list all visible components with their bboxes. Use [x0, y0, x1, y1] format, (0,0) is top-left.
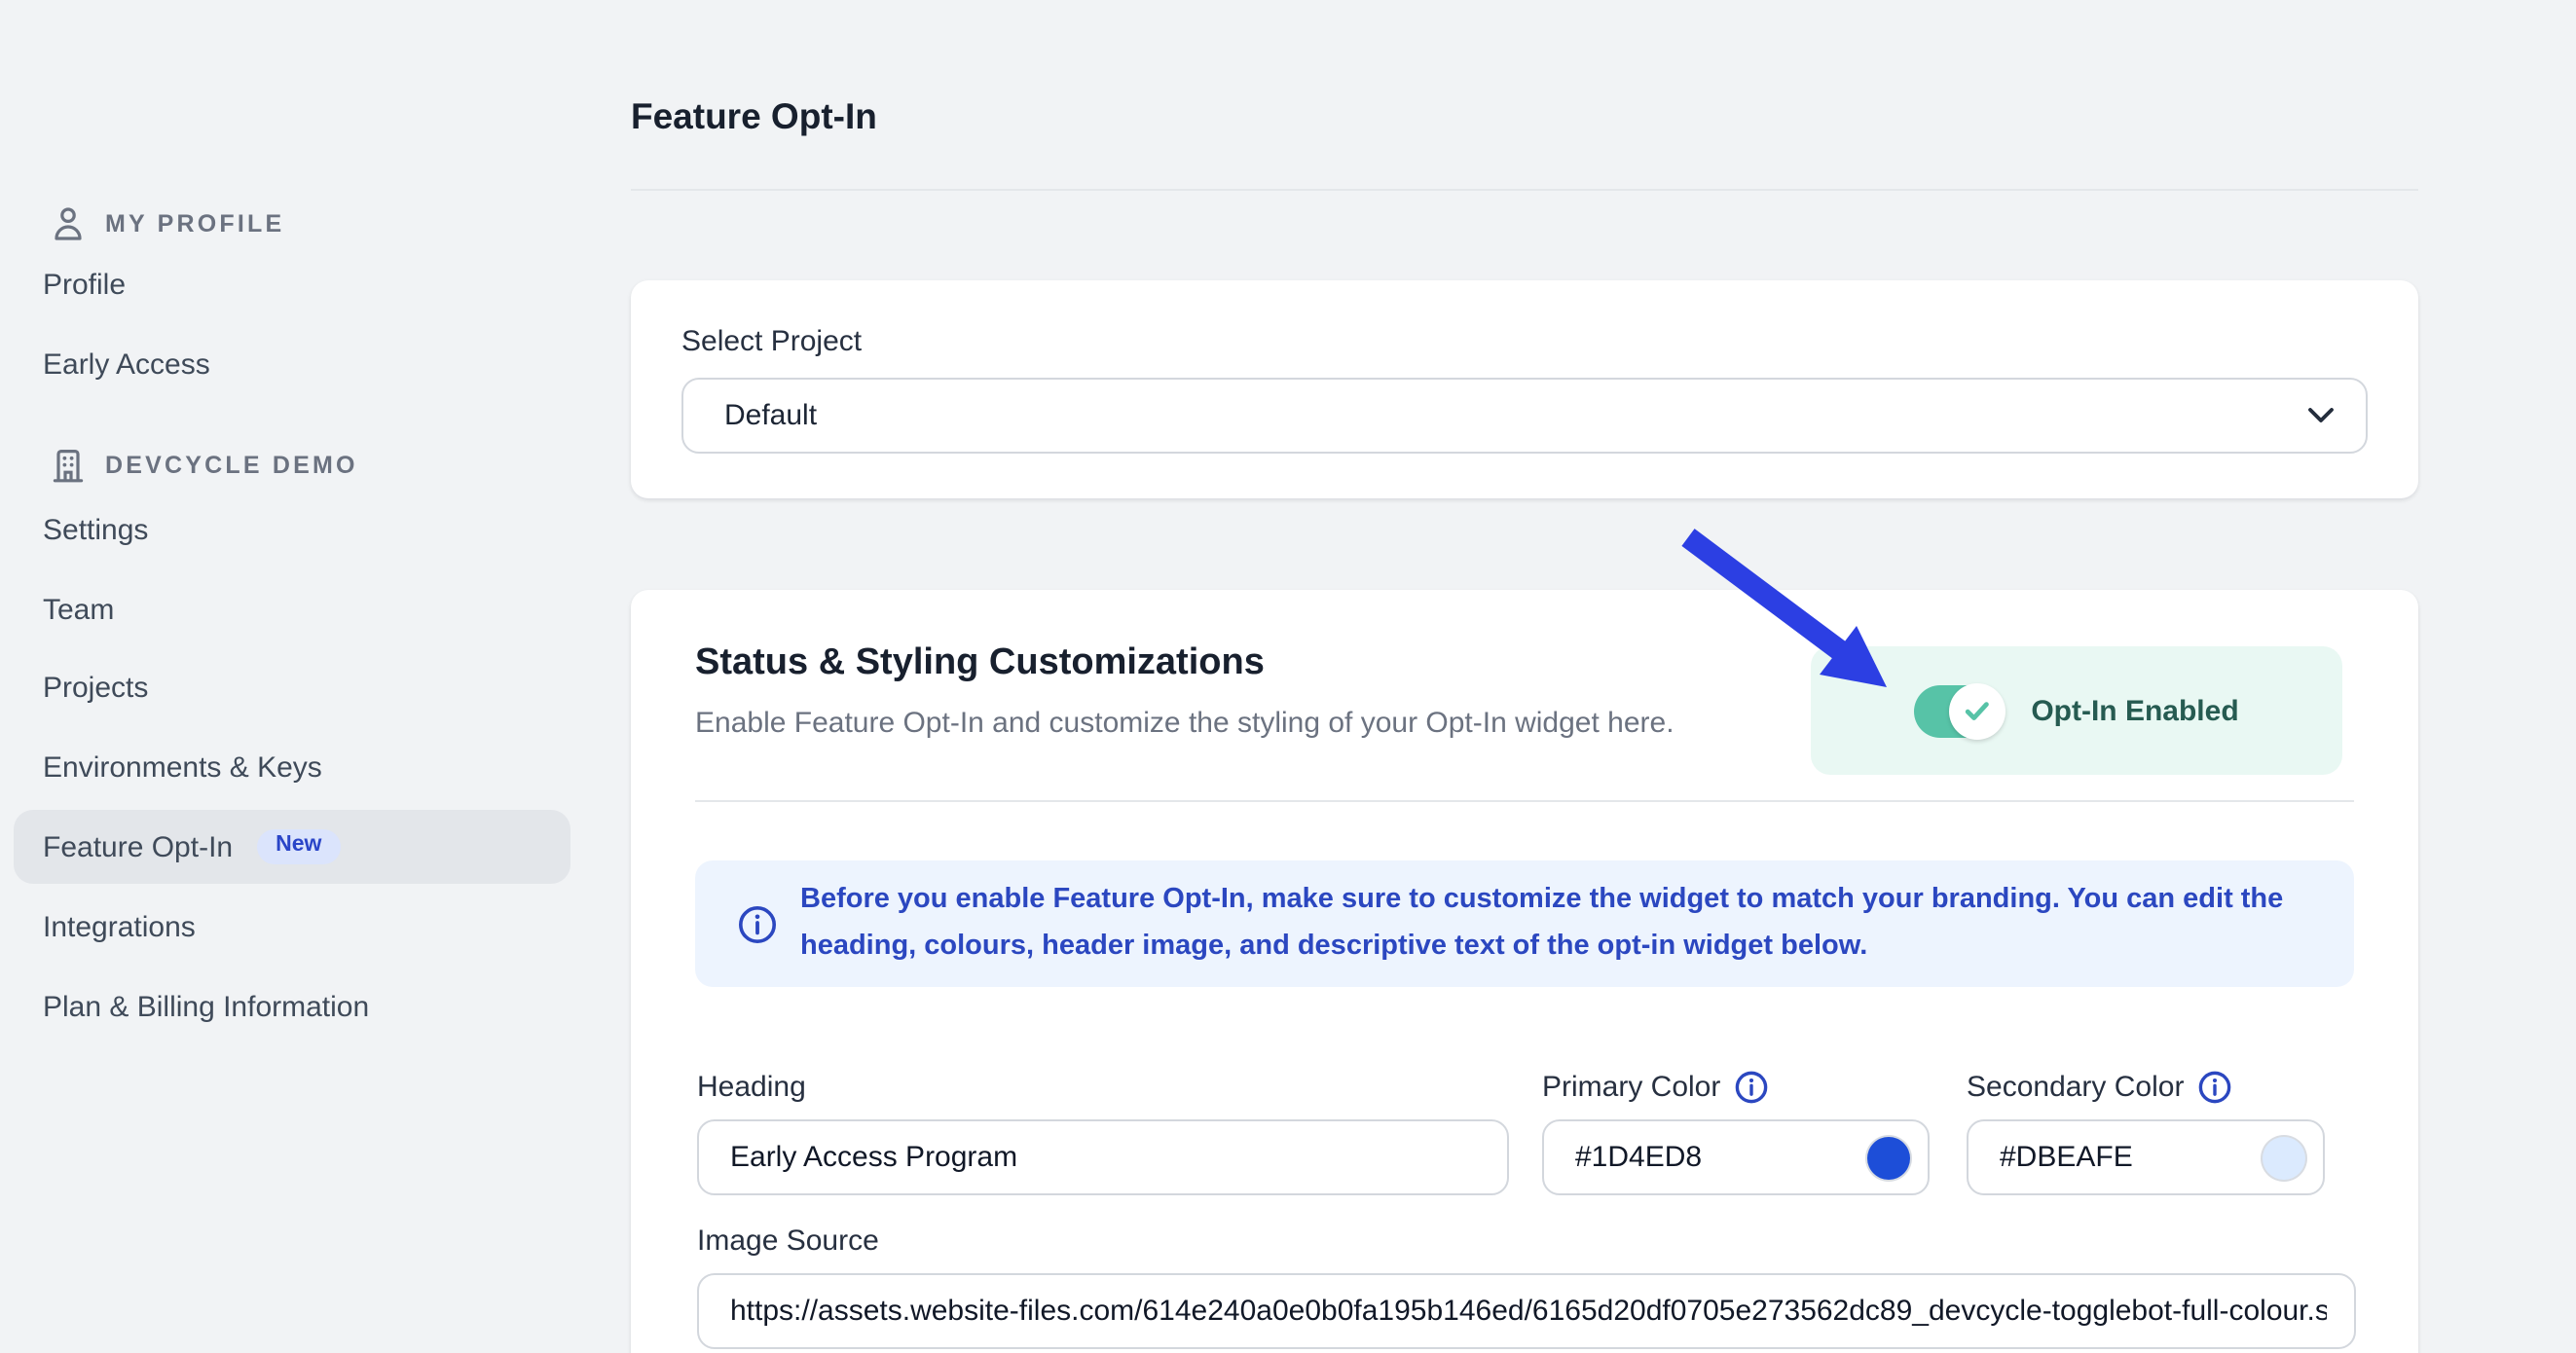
- user-icon: [53, 206, 84, 241]
- chevron-down-icon: [2307, 407, 2335, 424]
- check-icon: [1965, 700, 1990, 721]
- card-title: Status & Styling Customizations: [695, 642, 1265, 685]
- info-icon: [738, 904, 777, 943]
- sidebar-section-my-profile: MY PROFILE: [53, 206, 284, 241]
- sidebar-section-label: DEVCYCLE DEMO: [105, 452, 358, 479]
- sidebar-section-devcycle-demo: DEVCYCLE DEMO: [53, 448, 358, 483]
- new-badge: New: [256, 829, 341, 865]
- page-title: Feature Opt-In: [631, 95, 877, 138]
- field-labels-row: Heading Primary Color Secondary Color: [631, 1071, 2418, 1110]
- sidebar-item-projects[interactable]: Projects: [43, 672, 148, 705]
- select-project-card: Select Project Default: [631, 280, 2418, 498]
- project-select-value: Default: [724, 399, 817, 432]
- title-divider: [631, 189, 2418, 191]
- heading-label: Heading: [697, 1071, 806, 1104]
- image-source-label: Image Source: [697, 1225, 879, 1258]
- info-icon[interactable]: [1734, 1071, 1767, 1104]
- sidebar-item-early-access[interactable]: Early Access: [43, 348, 210, 382]
- secondary-color-value: #DBEAFE: [2000, 1141, 2133, 1174]
- toggle-knob: [1949, 682, 2006, 739]
- project-select[interactable]: Default: [681, 378, 2368, 454]
- secondary-color-input[interactable]: #DBEAFE: [1967, 1119, 2325, 1195]
- sidebar-item-integrations[interactable]: Integrations: [43, 911, 196, 944]
- status-styling-card: Status & Styling Customizations Enable F…: [631, 590, 2418, 1353]
- info-icon[interactable]: [2197, 1071, 2230, 1104]
- sidebar-item-profile[interactable]: Profile: [43, 269, 126, 302]
- settings-sidebar: MY PROFILE Profile Early Access DEVCYCLE…: [0, 0, 584, 1353]
- info-alert: Before you enable Feature Opt-In, make s…: [695, 860, 2354, 987]
- info-alert-text: Before you enable Feature Opt-In, make s…: [800, 879, 2315, 969]
- primary-color-input[interactable]: #1D4ED8: [1542, 1119, 1930, 1195]
- secondary-color-swatch[interactable]: [2263, 1136, 2305, 1179]
- primary-color-label-group: Primary Color: [1542, 1071, 1767, 1104]
- primary-color-swatch[interactable]: [1867, 1136, 1910, 1179]
- opt-in-panel: Opt-In Enabled: [1811, 646, 2342, 775]
- sidebar-item-feature-opt-in[interactable]: Feature Opt-In New: [14, 810, 570, 884]
- select-project-label: Select Project: [681, 325, 862, 358]
- sidebar-section-label: MY PROFILE: [105, 210, 284, 238]
- opt-in-toggle-label: Opt-In Enabled: [2031, 694, 2238, 727]
- image-source-input[interactable]: [697, 1273, 2356, 1349]
- heading-input[interactable]: [697, 1119, 1509, 1195]
- card-divider: [695, 800, 2354, 802]
- app-window: MY PROFILE Profile Early Access DEVCYCLE…: [0, 0, 2576, 1353]
- card-subtitle: Enable Feature Opt-In and customize the …: [695, 707, 1674, 740]
- opt-in-toggle[interactable]: [1914, 684, 2004, 737]
- secondary-color-label-group: Secondary Color: [1967, 1071, 2230, 1104]
- building-icon: [53, 448, 84, 483]
- sidebar-item-team[interactable]: Team: [43, 594, 114, 627]
- sidebar-item-plan-billing[interactable]: Plan & Billing Information: [43, 991, 369, 1024]
- primary-color-value: #1D4ED8: [1575, 1141, 1702, 1174]
- sidebar-item-environments-keys[interactable]: Environments & Keys: [43, 751, 322, 785]
- sidebar-item-settings[interactable]: Settings: [43, 514, 148, 547]
- sidebar-item-label: Feature Opt-In: [43, 830, 233, 863]
